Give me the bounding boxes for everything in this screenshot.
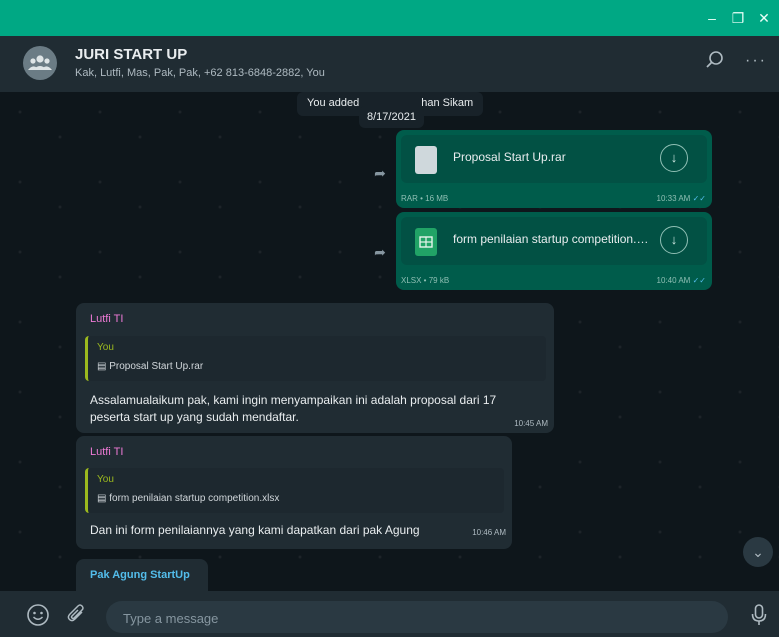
forward-icon[interactable]: ➦	[370, 165, 390, 185]
incoming-message[interactable]: Lutfi TI You ▤ form penilaian startup co…	[76, 436, 512, 549]
forward-icon[interactable]: ➦	[370, 244, 390, 264]
emoji-icon[interactable]	[26, 603, 50, 632]
message-text: Assalamualaikum pak, kami ingin menyampa…	[90, 393, 497, 424]
document-icon: ▤	[97, 493, 107, 504]
quoted-message[interactable]: You ▤ form penilaian startup competition…	[85, 468, 504, 513]
message-list[interactable]: You added han Sikam 8/17/2021 ➦ Proposal …	[0, 92, 779, 591]
incoming-message[interactable]: Lutfi TI You ▤ Proposal Start Up.rar Ass…	[76, 303, 554, 433]
incoming-message[interactable]: Pak Agung StartUp	[76, 559, 208, 591]
message-time: 10:45 AM	[514, 419, 548, 428]
message-input[interactable]	[121, 601, 715, 635]
scroll-down-button[interactable]: ⌄	[743, 537, 773, 567]
message-time: 10:46 AM	[472, 528, 506, 537]
chevron-down-icon: ⌄	[752, 544, 764, 560]
message-time: 10:40 AM ✓✓	[656, 276, 706, 285]
quote-author: You	[97, 342, 114, 353]
message-input-box[interactable]	[106, 601, 728, 635]
message-text: Dan ini form penilaiannya yang kami dapa…	[90, 523, 420, 537]
more-icon[interactable]: ···	[745, 52, 767, 70]
compose-bar	[0, 591, 779, 637]
file-message[interactable]: form penilaian startup competition.xlsx …	[396, 212, 712, 290]
search-icon[interactable]	[705, 50, 725, 75]
date-badge: 8/17/2021	[359, 106, 424, 128]
sender-name: Pak Agung StartUp	[90, 569, 190, 581]
download-icon[interactable]: ↓	[660, 226, 688, 254]
chat-title: JURI START UP	[75, 46, 188, 63]
sender-name: Lutfi TI	[90, 446, 124, 458]
mic-icon[interactable]	[750, 603, 768, 632]
file-meta: RAR • 16 MB	[401, 194, 449, 203]
download-icon[interactable]: ↓	[660, 144, 688, 172]
minimize-icon[interactable]: –	[702, 8, 722, 28]
quote-author: You	[97, 474, 114, 485]
document-icon: ▤	[97, 361, 107, 372]
file-name: form penilaian startup competition.xlsx	[453, 232, 653, 246]
quote-file: ▤ Proposal Start Up.rar	[97, 361, 204, 372]
file-meta: XLSX • 79 kB	[401, 276, 450, 285]
file-message[interactable]: Proposal Start Up.rar ↓ RAR • 16 MB 10:3…	[396, 130, 712, 208]
participant-list: Kak, Lutfi, Mas, Pak, Pak, +62 813-6848-…	[75, 67, 325, 79]
group-avatar-icon[interactable]	[23, 46, 57, 80]
attach-icon[interactable]	[66, 603, 88, 630]
double-check-icon: ✓✓	[692, 276, 706, 285]
sender-name: Lutfi TI	[90, 313, 124, 325]
quote-file: ▤ form penilaian startup competition.xls…	[97, 493, 280, 504]
chat-header[interactable]: JURI START UP Kak, Lutfi, Mas, Pak, Pak,…	[0, 36, 779, 92]
double-check-icon: ✓✓	[692, 194, 706, 203]
maximize-icon[interactable]: ❐	[728, 8, 748, 28]
spreadsheet-icon	[415, 228, 437, 256]
window-titlebar: – ❐ ✕	[0, 0, 779, 36]
message-time: 10:33 AM ✓✓	[656, 194, 706, 203]
file-name: Proposal Start Up.rar	[453, 150, 566, 164]
close-icon[interactable]: ✕	[754, 8, 774, 28]
quoted-message[interactable]: You ▤ Proposal Start Up.rar	[85, 336, 546, 381]
file-icon	[415, 146, 437, 174]
